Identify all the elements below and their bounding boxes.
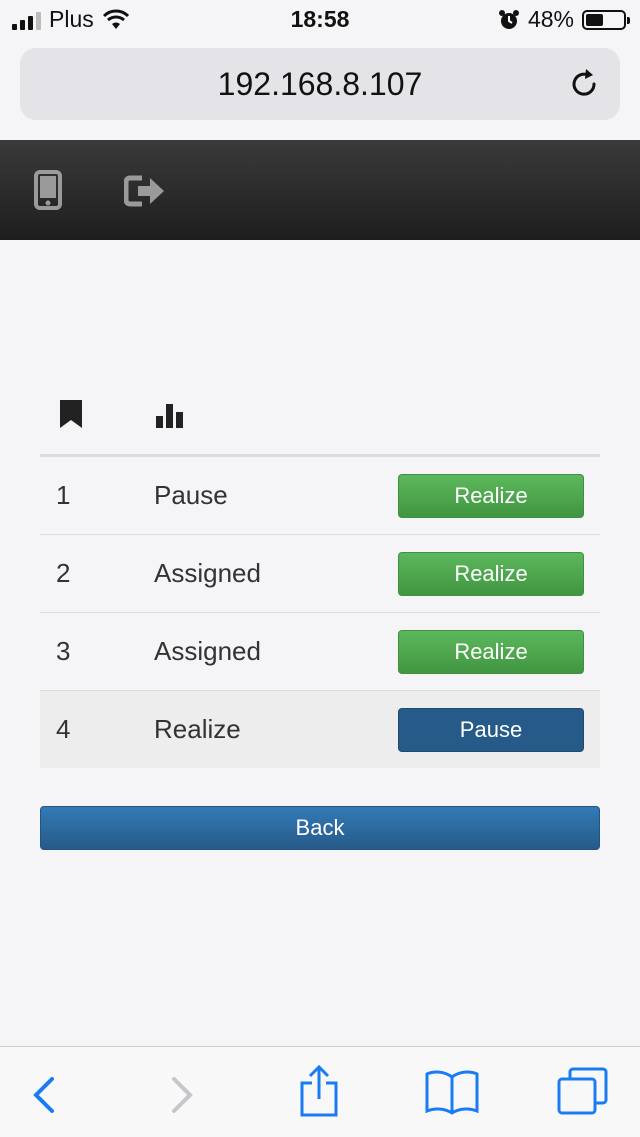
address-bar[interactable]: 192.168.8.107 — [20, 48, 620, 120]
browser-toolbar — [0, 1046, 640, 1137]
row-status: Realize — [154, 714, 241, 744]
back-button[interactable]: Back — [40, 806, 600, 850]
reload-icon[interactable] — [566, 66, 602, 102]
realize-button[interactable]: Realize — [398, 551, 584, 596]
row-status: Assigned — [154, 636, 261, 666]
status-right: 48% — [498, 6, 630, 33]
back-icon[interactable] — [30, 1075, 56, 1115]
alarm-icon — [498, 9, 519, 29]
mobile-phone-icon[interactable] — [34, 170, 62, 210]
row-id: 2 — [56, 558, 71, 588]
row-id: 3 — [56, 636, 71, 666]
app-navbar — [0, 140, 640, 240]
sign-out-icon[interactable] — [124, 174, 166, 208]
table-row: 2 Assigned Realize — [40, 535, 600, 613]
row-status: Pause — [154, 480, 228, 510]
share-icon[interactable] — [298, 1065, 340, 1117]
table-row: 4 Realize Pause — [40, 691, 600, 768]
realize-button[interactable]: Realize — [398, 629, 584, 674]
forward-icon[interactable] — [170, 1075, 196, 1115]
bar-chart-icon — [156, 404, 183, 428]
bookmark-icon — [60, 400, 82, 428]
battery-percent: 48% — [527, 6, 574, 32]
table-row: 3 Assigned Realize — [40, 613, 600, 691]
status-bar: Plus 18:58 48% — [0, 0, 640, 40]
row-id: 1 — [56, 480, 71, 510]
row-status: Assigned — [154, 558, 261, 588]
row-id: 4 — [56, 714, 71, 744]
pause-button[interactable]: Pause — [398, 707, 584, 752]
table-row: 1 Pause Realize — [40, 457, 600, 535]
tabs-icon[interactable] — [556, 1067, 610, 1117]
url-text[interactable]: 192.168.8.107 — [20, 66, 620, 103]
table-header — [40, 380, 600, 457]
status-table: 1 Pause Realize 2 Assigned Realize 3 Ass… — [40, 380, 600, 768]
bookmarks-icon[interactable] — [424, 1069, 480, 1115]
battery-icon — [582, 9, 630, 30]
realize-button[interactable]: Realize — [398, 473, 584, 518]
